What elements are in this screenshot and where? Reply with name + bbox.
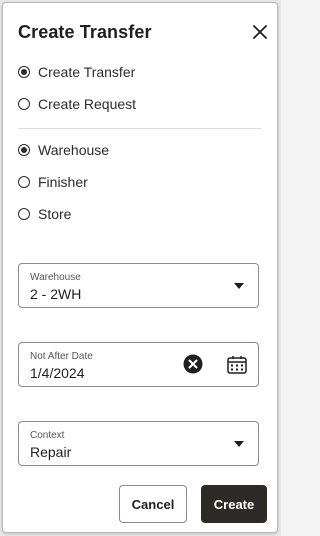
- radio-indicator-create-transfer[interactable]: [18, 66, 30, 78]
- radio-label-create-request: Create Request: [38, 96, 137, 112]
- not-after-date-label: Not After Date: [30, 351, 93, 362]
- radio-label-store: Store: [38, 206, 72, 222]
- warehouse-select[interactable]: Warehouse 2 - 2WH: [18, 263, 259, 308]
- chevron-down-icon[interactable]: [234, 283, 244, 289]
- radio-create-request[interactable]: Create Request: [18, 93, 136, 115]
- cancel-button[interactable]: Cancel: [119, 485, 187, 523]
- context-select-value: Repair: [30, 444, 72, 460]
- create-button[interactable]: Create: [201, 485, 267, 523]
- radio-warehouse[interactable]: Warehouse: [18, 139, 109, 161]
- not-after-date-value[interactable]: 1/4/2024: [30, 365, 85, 381]
- calendar-icon[interactable]: [227, 355, 247, 374]
- section-divider: [18, 128, 261, 129]
- not-after-date-field[interactable]: Not After Date 1/4/2024: [18, 342, 259, 387]
- clear-icon[interactable]: [183, 354, 203, 374]
- radio-create-transfer[interactable]: Create Transfer: [18, 61, 135, 83]
- radio-label-finisher: Finisher: [38, 174, 88, 190]
- radio-indicator-create-request[interactable]: [18, 98, 30, 110]
- radio-label-create-transfer: Create Transfer: [38, 64, 136, 80]
- dialog-title: Create Transfer: [18, 22, 152, 42]
- warehouse-select-value: 2 - 2WH: [30, 286, 82, 302]
- close-icon[interactable]: [249, 21, 271, 43]
- warehouse-select-label: Warehouse: [30, 272, 81, 283]
- radio-store[interactable]: Store: [18, 203, 71, 225]
- radio-indicator-warehouse[interactable]: [18, 144, 30, 156]
- context-select[interactable]: Context Repair: [18, 421, 259, 466]
- radio-indicator-finisher[interactable]: [18, 176, 30, 188]
- radio-indicator-store[interactable]: [18, 208, 30, 220]
- radio-label-warehouse: Warehouse: [38, 142, 110, 158]
- chevron-down-icon[interactable]: [234, 441, 244, 447]
- create-transfer-dialog: Create Transfer Create Transfer Create R…: [2, 2, 278, 533]
- context-select-label: Context: [30, 430, 65, 441]
- radio-finisher[interactable]: Finisher: [18, 171, 88, 193]
